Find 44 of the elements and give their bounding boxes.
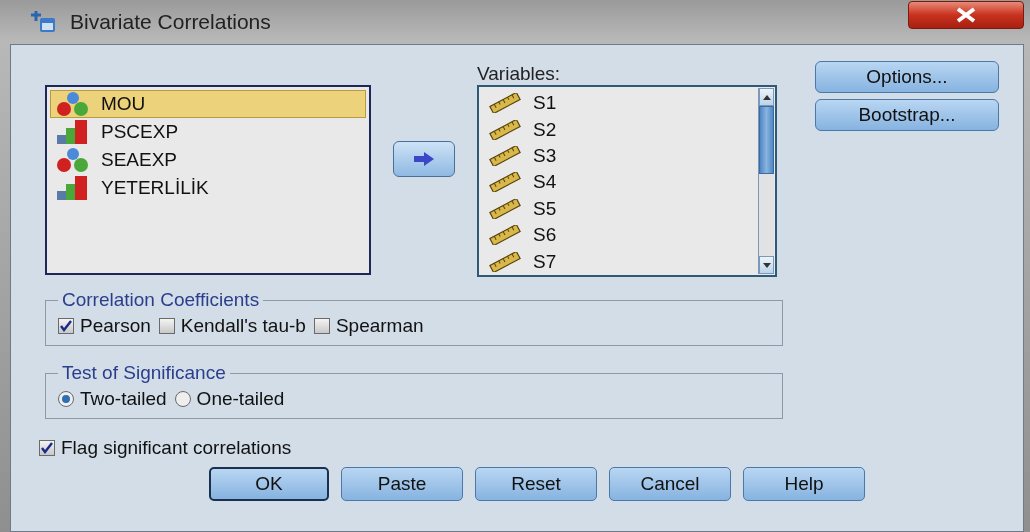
coefficient-checkbox[interactable]: Pearson	[58, 315, 151, 337]
flag-checkbox[interactable]: Flag significant correlations	[39, 437, 292, 459]
close-icon	[955, 7, 977, 23]
variable-item[interactable]: S1	[489, 90, 757, 117]
variable-item[interactable]: MOU	[50, 90, 366, 118]
dialog-button[interactable]: Cancel	[609, 467, 731, 501]
variable-item[interactable]: S3	[489, 142, 757, 170]
tail-radio[interactable]: Two-tailed	[58, 388, 167, 410]
arrow-icon	[412, 151, 435, 167]
radio-button[interactable]	[58, 391, 74, 407]
window-title: Bivariate Correlations	[70, 10, 272, 34]
move-button[interactable]	[392, 141, 455, 177]
variable-item[interactable]: S2	[489, 116, 757, 143]
dialog-button[interactable]: Help	[743, 467, 865, 501]
variable-item[interactable]: YETERLİLİK	[50, 174, 366, 202]
variable-item[interactable]: PSCEXP	[50, 118, 366, 146]
radio-button[interactable]	[174, 391, 191, 407]
checkbox[interactable]	[58, 318, 74, 334]
variable-item[interactable]: S7	[489, 248, 757, 275]
scroll-down-icon[interactable]	[762, 262, 771, 268]
variables-label: Variables:	[477, 63, 562, 85]
checkbox[interactable]	[158, 318, 175, 334]
scroll-up-icon[interactable]	[762, 94, 771, 100]
group-title: Test of Significance	[61, 362, 227, 384]
nominal-variable-icon	[55, 91, 91, 117]
app-icon	[30, 10, 56, 34]
tail-radio[interactable]: One-tailed	[174, 388, 285, 410]
dialog-button[interactable]: Bootstrap...	[815, 99, 999, 131]
checkbox[interactable]	[39, 440, 55, 456]
nominal-variable-icon	[55, 147, 91, 173]
coefficient-checkbox[interactable]: Spearman	[313, 315, 424, 337]
scrollbar[interactable]	[758, 88, 774, 274]
dialog-button[interactable]: Options...	[815, 61, 999, 93]
dialog-button[interactable]: OK	[209, 467, 329, 501]
variable-item[interactable]: SEAEXP	[50, 146, 366, 174]
coefficient-checkbox[interactable]: Kendall's tau-b	[158, 315, 306, 337]
variable-item[interactable]: S6	[489, 222, 757, 249]
group-title: Correlation Coefficients	[61, 289, 261, 311]
checkbox[interactable]	[313, 318, 330, 334]
variable-item[interactable]: S4	[489, 169, 757, 196]
dialog-button[interactable]: Paste	[341, 467, 463, 501]
dialog-button[interactable]: Reset	[475, 467, 597, 501]
variable-item[interactable]: S5	[489, 195, 757, 223]
close-button[interactable]	[908, 1, 1024, 29]
